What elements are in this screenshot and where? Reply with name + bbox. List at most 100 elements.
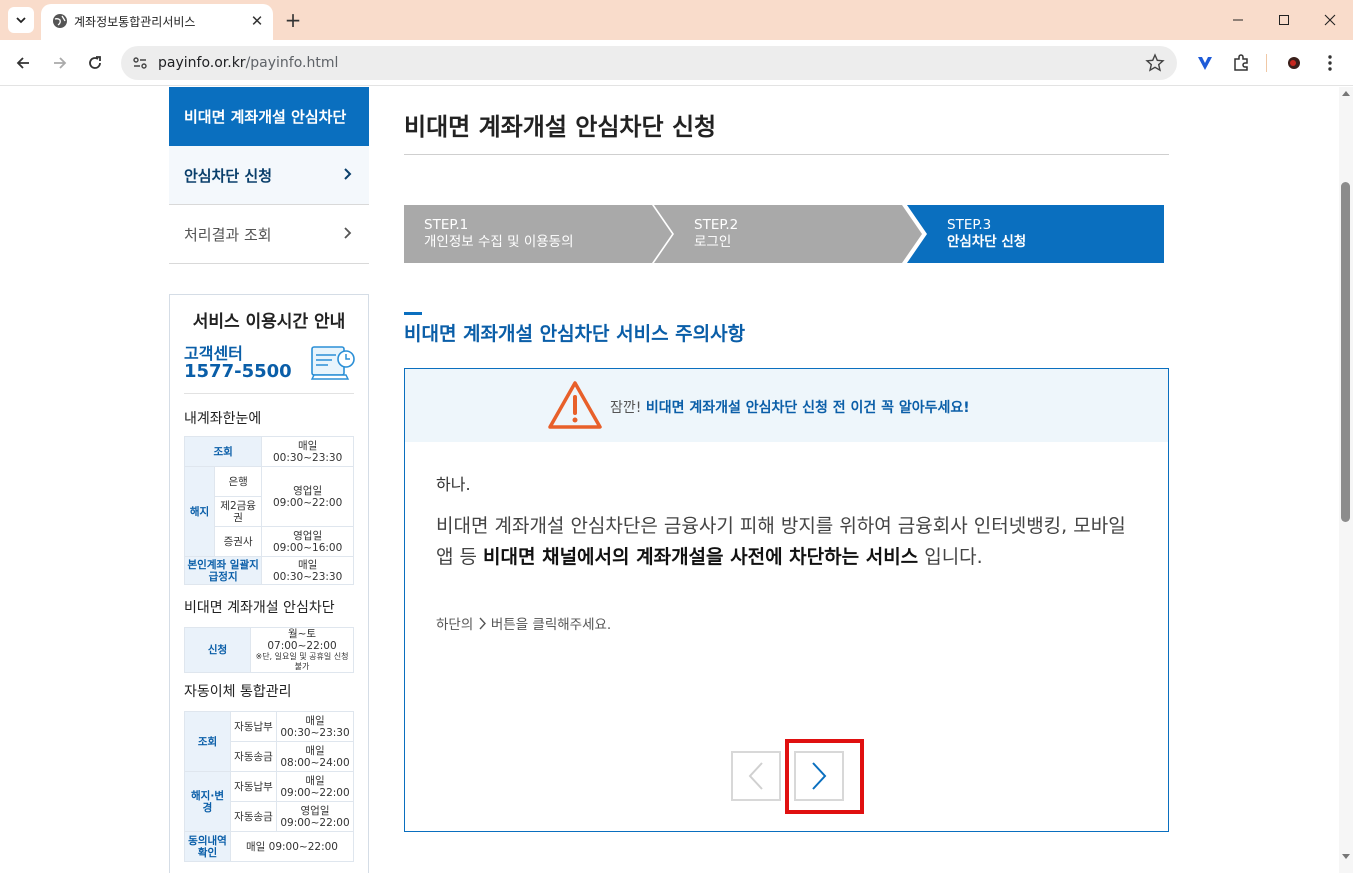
step-name: 개인정보 수집 및 이용동의 — [424, 234, 574, 250]
close-icon — [1324, 14, 1336, 26]
arrow-left-icon — [16, 57, 29, 69]
sidebar-item-label: 안심차단 신청 — [184, 166, 273, 185]
reload-button[interactable] — [81, 49, 109, 77]
customer-center-number: 1577-5500 — [184, 361, 292, 382]
autopay-section-title: 자동이체 통합관리 — [184, 684, 292, 700]
chevron-right-icon — [479, 617, 486, 630]
warning-banner: 잠깐! 비대면 계좌개설 안심차단 신청 전 이건 꼭 알아두세요! — [405, 369, 1168, 442]
more-menu-icon[interactable] — [1319, 52, 1341, 74]
table-cell: 영업일 09:00~22:00 — [261, 466, 354, 527]
autopay-hours-table: 조회 자동납부 매일 00:30~23:30 자동송금 매일 08:00~24:… — [184, 711, 354, 862]
divider — [404, 154, 1169, 155]
arrow-right-icon — [54, 57, 67, 69]
page-title: 비대면 계좌개설 안심차단 신청 — [404, 113, 717, 141]
close-tab-icon[interactable]: ✕ — [247, 11, 267, 31]
scroll-thumb[interactable] — [1341, 182, 1350, 522]
warning-prefix: 잠깐! — [610, 400, 642, 416]
table-cell: 매일 00:30~23:30 — [261, 436, 354, 467]
sidebar-item-label: 처리결과 조회 — [184, 225, 272, 244]
step-number: STEP.2 — [694, 217, 739, 233]
sidebar-item-apply[interactable]: 안심차단 신청 — [169, 146, 369, 205]
new-tab-button[interactable]: + — [281, 8, 305, 32]
warning-text: 잠깐! 비대면 계좌개설 안심차단 신청 전 이건 꼭 알아두세요! — [610, 397, 970, 417]
site-settings-icon[interactable] — [131, 54, 149, 72]
back-button[interactable] — [9, 49, 37, 77]
notice-panel: 잠깐! 비대면 계좌개설 안심차단 신청 전 이건 꼭 알아두세요! 하나. 비… — [404, 368, 1169, 832]
table-cell: 증권사 — [213, 526, 263, 557]
service-description: 비대면 계좌개설 안심차단은 금융사기 피해 방지를 위하여 금융회사 인터넷뱅… — [436, 511, 1136, 573]
scroll-up-arrow[interactable] — [1342, 91, 1350, 96]
globe-icon — [53, 14, 67, 28]
browser-tab[interactable]: 계좌정보통합관리서비스 ✕ — [41, 4, 273, 40]
extension-shield-icon[interactable] — [1194, 52, 1216, 74]
table-cell: 조회 — [183, 436, 263, 467]
next-button-highlight — [785, 739, 864, 814]
bookmark-star-icon[interactable] — [1145, 53, 1165, 73]
address-bar[interactable]: payinfo.or.kr/payinfo.html — [121, 46, 1177, 80]
nonface-section-title: 비대면 계좌개설 안심차단 — [184, 600, 335, 616]
tab-title: 계좌정보통합관리서비스 — [74, 15, 196, 29]
step-2: STEP.2 로그인 — [694, 205, 738, 263]
table-cell: 매일 00:30~23:30 — [261, 556, 354, 585]
notice-title: 비대면 계좌개설 안심차단 서비스 주의사항 — [404, 323, 746, 345]
profile-avatar[interactable] — [1283, 52, 1305, 74]
extensions-puzzle-icon[interactable] — [1230, 52, 1252, 74]
table-cell: 월~토 07:00~22:00 ※단, 일요일 및 공휴일 신청 불가 — [250, 627, 354, 673]
url-text[interactable]: payinfo.or.kr/payinfo.html — [158, 55, 338, 71]
minimize-button[interactable] — [1215, 0, 1261, 40]
maximize-button[interactable] — [1261, 0, 1307, 40]
schedule-icon — [310, 346, 355, 380]
hint-suffix: 버튼을 클릭해주세요. — [490, 617, 612, 633]
table-cell: 동의내역 확인 — [184, 831, 231, 862]
browser-tab-strip: 계좌정보통합관리서비스 ✕ + — [0, 0, 1353, 40]
tab-search-button[interactable] — [8, 7, 34, 33]
notice-accent-bar — [404, 312, 422, 315]
service-hours-box: 서비스 이용시간 안내 고객센터 1577-5500 내계좌한눈에 조회 매일 … — [169, 294, 369, 873]
minimize-icon — [1233, 19, 1243, 21]
apply-time: 월~토 07:00~22:00 — [267, 628, 337, 652]
table-cell: 제2금융권 — [213, 496, 263, 527]
step-1: STEP.1 개인정보 수집 및 이용동의 — [424, 205, 574, 263]
nonface-hours-table: 신청 월~토 07:00~22:00 ※단, 일요일 및 공휴일 신청 불가 — [184, 627, 354, 673]
step-3: STEP.3 안심차단 신청 — [947, 205, 1026, 263]
table-cell: 매일 09:00~22:00 — [276, 771, 354, 802]
table-cell: 은행 — [213, 466, 263, 497]
scroll-down-arrow[interactable] — [1342, 854, 1350, 859]
table-cell: 매일 09:00~22:00 — [230, 831, 354, 862]
prev-button[interactable] — [731, 751, 781, 801]
table-cell: 해지·변경 — [184, 771, 231, 832]
table-cell: 자동납부 — [230, 771, 277, 802]
chevron-right-icon — [344, 168, 352, 180]
browser-toolbar: payinfo.or.kr/payinfo.html — [0, 40, 1353, 86]
chevron-down-icon — [16, 17, 26, 24]
table-cell: 본인계좌 일괄지급정지 — [183, 556, 263, 585]
my-account-hours-table: 조회 매일 00:30~23:30 해지 은행 영업일 09:00~22:00 … — [183, 436, 354, 585]
step-number: STEP.1 — [424, 217, 469, 233]
divider — [184, 393, 354, 394]
table-cell: 자동납부 — [230, 711, 277, 742]
chevron-right-icon — [344, 227, 352, 239]
vertical-scrollbar[interactable] — [1339, 87, 1353, 873]
maximize-icon — [1279, 15, 1289, 25]
apply-note: ※단, 일요일 및 공휴일 신청 불가 — [255, 652, 349, 671]
chevron-left-icon — [748, 762, 763, 790]
toolbar-separator — [1266, 54, 1267, 72]
table-cell: 매일 00:30~23:30 — [276, 711, 354, 742]
desc-bold: 비대면 채널에서의 계좌개설을 사전에 차단하는 서비스 — [483, 546, 919, 568]
step-name: 안심차단 신청 — [947, 234, 1027, 250]
step-number: STEP.3 — [947, 217, 992, 233]
table-cell: 매일 08:00~24:00 — [276, 741, 354, 772]
reload-icon — [89, 56, 101, 69]
hint-prefix: 하단의 — [436, 617, 474, 633]
table-cell: 조회 — [184, 711, 231, 772]
warning-highlight: 비대면 계좌개설 안심차단 신청 전 이건 꼭 알아두세요! — [645, 400, 970, 416]
forward-button[interactable] — [46, 49, 74, 77]
desc-text: 입니다. — [924, 546, 983, 568]
table-cell: 자동송금 — [230, 801, 277, 832]
table-cell: 자동송금 — [230, 741, 277, 772]
table-cell: 영업일 09:00~16:00 — [261, 526, 354, 557]
hint-text: 하단의 버튼을 클릭해주세요. — [436, 613, 611, 633]
close-window-button[interactable] — [1307, 0, 1353, 40]
sidebar-item-result[interactable]: 처리결과 조회 — [169, 205, 369, 264]
table-cell: 신청 — [184, 627, 251, 673]
